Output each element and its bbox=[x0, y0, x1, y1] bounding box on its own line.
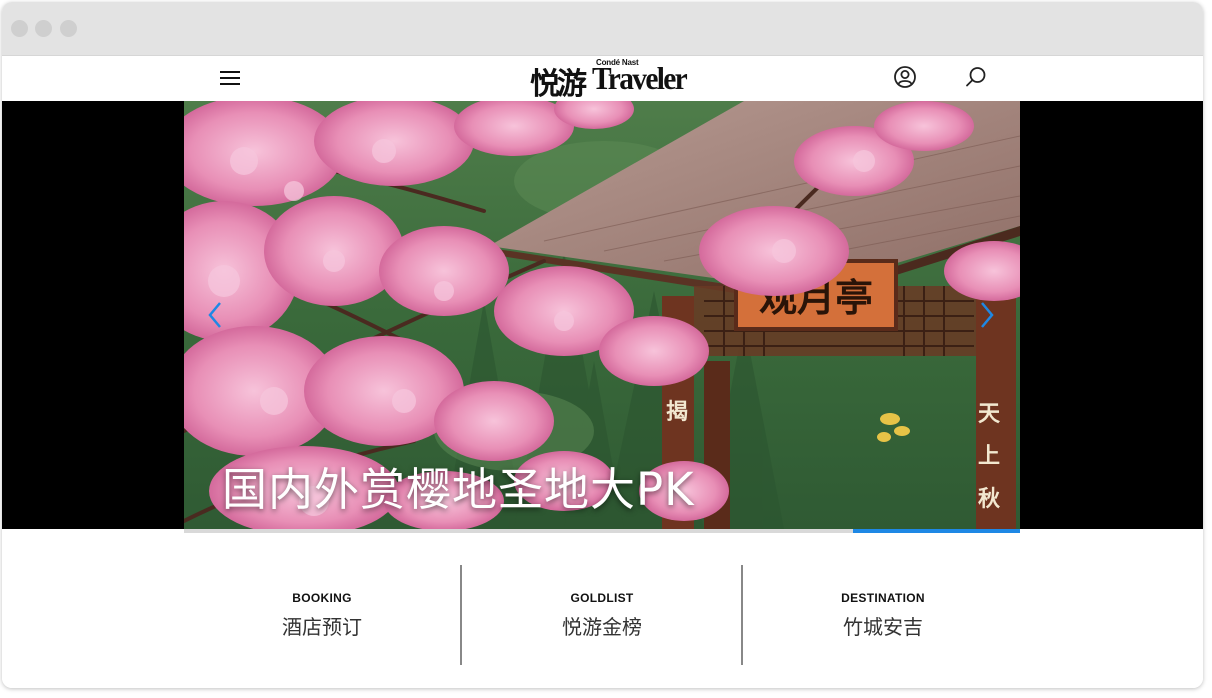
search-icon[interactable] bbox=[963, 64, 989, 90]
logo-chinese: 悦游 bbox=[530, 67, 587, 102]
browser-window: 悦游 Condé Nast Traveler 观月亭 揭 天 上 秋 国内外赏樱… bbox=[2, 2, 1203, 688]
minimize-window-button[interactable] bbox=[35, 20, 52, 37]
couplet-right-2: 上 bbox=[978, 443, 1000, 469]
carousel-slide[interactable]: 观月亭 揭 天 上 秋 国内外赏樱地圣地大PK bbox=[184, 101, 1020, 529]
destination-link-en: DESTINATION bbox=[841, 591, 925, 605]
goldlist-link-en: GOLDLIST bbox=[570, 591, 634, 605]
site-logo[interactable]: 悦游 Condé Nast Traveler bbox=[528, 56, 688, 102]
chevron-left-icon[interactable] bbox=[204, 297, 226, 333]
maximize-window-button[interactable] bbox=[60, 20, 77, 37]
booking-link[interactable]: BOOKING 酒店预订 bbox=[182, 565, 462, 665]
slide-title[interactable]: 国内外赏樱地圣地大PK bbox=[222, 453, 695, 518]
menu-icon[interactable] bbox=[218, 66, 242, 90]
couplet-right-3: 秋 bbox=[978, 486, 1001, 512]
goldlist-link-cn: 悦游金榜 bbox=[562, 615, 642, 639]
goldlist-link[interactable]: GOLDLIST 悦游金榜 bbox=[462, 565, 742, 665]
close-window-button[interactable] bbox=[11, 20, 28, 37]
logo-traveler: Traveler bbox=[592, 60, 688, 96]
booking-link-cn: 酒店预订 bbox=[282, 615, 362, 639]
destination-link[interactable]: DESTINATION 竹城安吉 bbox=[743, 565, 1023, 665]
couplet-right-1: 天 bbox=[978, 401, 1001, 427]
hero-carousel[interactable]: 观月亭 揭 天 上 秋 国内外赏樱地圣地大PK bbox=[2, 101, 1203, 529]
chevron-right-icon[interactable] bbox=[976, 297, 998, 333]
user-icon[interactable] bbox=[892, 64, 918, 90]
booking-link-en: BOOKING bbox=[292, 591, 352, 605]
window-titlebar bbox=[2, 2, 1203, 56]
destination-link-cn: 竹城安吉 bbox=[843, 615, 923, 639]
quick-links: BOOKING 酒店预订 GOLDLIST 悦游金榜 DESTINATION 竹… bbox=[2, 533, 1203, 688]
site-header: 悦游 Condé Nast Traveler bbox=[2, 56, 1203, 102]
couplet-left: 揭 bbox=[666, 399, 688, 425]
